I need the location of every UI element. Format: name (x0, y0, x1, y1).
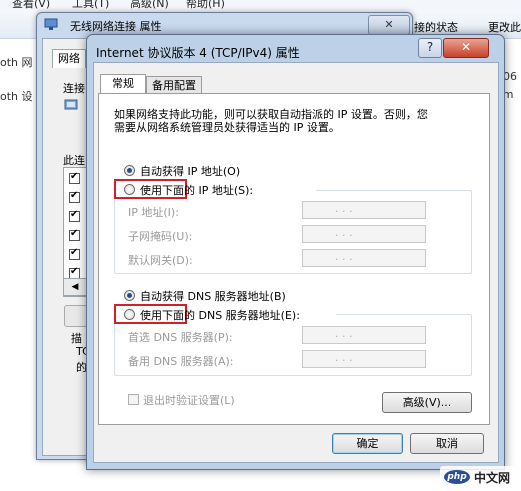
component-checkbox[interactable]: ✔ (69, 247, 80, 260)
connect-using-label: 连接 (63, 82, 85, 95)
components-label: 此连 (63, 154, 85, 167)
alternate-dns-field[interactable]: . . . (302, 350, 426, 368)
close-button[interactable]: ✕ (443, 38, 489, 58)
manual-ip-label[interactable]: 使用下面的 IP 地址(S): (140, 182, 253, 198)
subnet-mask-label: 子网掩码(U): (128, 230, 193, 243)
validate-label[interactable]: 退出时验证设置(L) (143, 392, 235, 408)
tab-network[interactable]: 网络 (52, 49, 86, 68)
description-label: 描 (71, 332, 82, 345)
toolbar-change-link[interactable]: 更改此 (488, 19, 521, 35)
auto-dns-label[interactable]: 自动获得 DNS 服务器地址(B) (140, 288, 286, 304)
tab-general[interactable]: 常规 (100, 74, 146, 95)
default-gateway-label: 默认网关(D): (128, 254, 193, 267)
preferred-dns-field[interactable]: . . . (302, 326, 426, 344)
wireless-window-title: 无线网络连接 属性 (70, 20, 162, 33)
cancel-button[interactable]: 取消 (410, 433, 484, 454)
preferred-dns-label: 首选 DNS 服务器(P): (128, 331, 233, 344)
help-button[interactable]: ? (418, 38, 442, 58)
manual-ip-radio[interactable] (124, 184, 135, 195)
php-logo-icon: php (444, 470, 470, 484)
install-button[interactable] (64, 305, 88, 327)
adapter-name-fragment: oth 网 (0, 56, 33, 69)
default-gateway-field[interactable]: . . . (302, 249, 426, 267)
description-line-2: 需要从网络系统管理员处获得适当的 IP 设置。 (114, 121, 340, 134)
auto-dns-radio[interactable] (124, 290, 135, 301)
manual-dns-label[interactable]: 使用下面的 DNS 服务器地址(E): (140, 307, 300, 323)
component-checkbox[interactable]: ✔ (69, 228, 80, 241)
dialog-title: Internet 协议版本 4 (TCP/IPv4) 属性 (96, 46, 300, 60)
wireless-close-button[interactable]: ✕ (368, 15, 410, 35)
validate-checkbox[interactable] (128, 394, 139, 405)
network-icon (44, 17, 58, 31)
ok-button[interactable]: 确定 (332, 433, 403, 454)
toolbar-status-link[interactable]: 接的状态 (414, 19, 458, 35)
component-checkbox[interactable]: ✔ (69, 171, 80, 184)
auto-ip-label[interactable]: 自动获得 IP 地址(O) (140, 163, 240, 179)
subnet-mask-field[interactable]: . . . (302, 225, 426, 243)
manual-dns-radio[interactable] (124, 309, 135, 320)
auto-ip-radio[interactable] (124, 165, 135, 176)
list-scroll-left[interactable]: ◀ (63, 278, 87, 296)
component-checkbox[interactable]: ✔ (69, 209, 80, 222)
adapter-device-fragment: oth 设 (0, 90, 33, 103)
component-checkbox[interactable]: ✔ (69, 190, 80, 203)
alternate-dns-label: 备用 DNS 服务器(A): (128, 355, 234, 368)
ip-address-field[interactable]: . . . (302, 201, 426, 219)
watermark-text: 中文网 (474, 471, 511, 485)
adapter-icon (64, 98, 80, 112)
ip-address-label: IP 地址(I): (128, 206, 179, 219)
advanced-button[interactable]: 高级(V)... (382, 392, 472, 413)
